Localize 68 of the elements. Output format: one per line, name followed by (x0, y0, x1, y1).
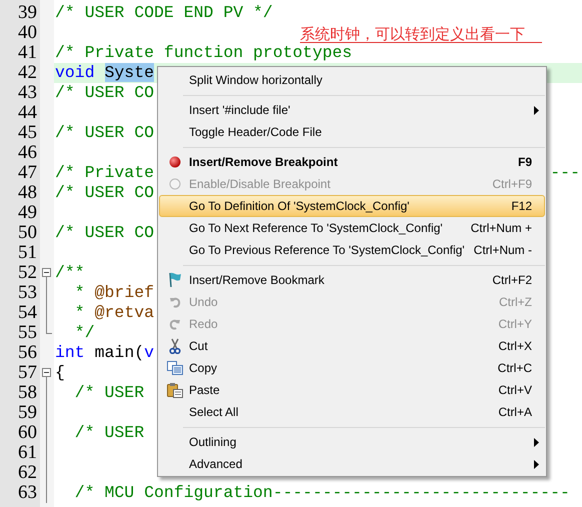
line-number: 63 (18, 483, 37, 503)
clipboard-icon (166, 382, 182, 398)
code-text: --- (550, 164, 580, 182)
flag-icon (168, 272, 182, 288)
menu-item[interactable]: Copy Ctrl+C (159, 357, 545, 379)
menu-item[interactable]: Toggle Header/Code File (159, 121, 545, 143)
line-number: 50 (18, 223, 37, 243)
code-text: /* USER CO (55, 84, 154, 102)
menu-item[interactable]: Insert/Remove Bookmark Ctrl+F2 (159, 269, 545, 291)
code-text: /* USER CO (55, 124, 154, 142)
line-number: 53 (18, 283, 37, 303)
code-text: /* USER CODE END PV */ (55, 4, 273, 22)
line-number: 61 (18, 443, 37, 463)
redo-icon (168, 318, 180, 330)
line-number: 51 (18, 243, 37, 263)
line-number: 60 (18, 423, 37, 443)
line-number: 42 (18, 63, 37, 83)
menu-item[interactable]: Advanced (159, 453, 545, 475)
line-number: 48 (18, 183, 37, 203)
menu-item[interactable]: Insert '#include file' (159, 99, 545, 121)
code-text: int main(v (55, 344, 154, 362)
line-number: 47 (18, 163, 37, 183)
code-text: * @brief (74, 284, 154, 302)
code-text: /* Private function prototypes (55, 44, 352, 62)
line-number: 52 (18, 263, 37, 283)
code-text: /* Private (55, 164, 154, 182)
code-text: { (55, 364, 65, 382)
line-number: 40 (18, 23, 37, 43)
code-text: * @retva (74, 304, 154, 322)
annotation-text: 系统时钟，可以转到定义出看一下 (300, 27, 542, 43)
menu-item[interactable]: Insert/Remove Breakpoint F9 (159, 151, 545, 173)
code-text: /* USER CO (55, 224, 154, 242)
code-text: /* MCU Configuration------------------------------ (74, 484, 570, 502)
line-number: 58 (18, 383, 37, 403)
menu-item[interactable]: Paste Ctrl+V (159, 379, 545, 401)
line-number: 46 (18, 143, 37, 163)
line-number: 57 (18, 363, 37, 383)
fold-toggle-icon[interactable] (42, 268, 51, 277)
menu-item[interactable]: Select All Ctrl+A (159, 401, 545, 423)
fold-toggle-icon[interactable] (42, 368, 51, 377)
line-number: 62 (18, 463, 37, 483)
line-number: 49 (18, 203, 37, 223)
code-text: /* USER (74, 424, 144, 442)
line-number: 54 (18, 303, 37, 323)
scissors-icon (168, 338, 180, 354)
line-number: 39 (18, 3, 37, 23)
line-number: 56 (18, 343, 37, 363)
code-text: /* USER (74, 384, 144, 402)
circle-icon (168, 178, 180, 190)
line-number: 55 (18, 323, 37, 343)
code-text: */ (74, 324, 95, 342)
breakpoint-icon (168, 156, 180, 168)
code-text: /** (55, 264, 85, 282)
code-text: void Syste (55, 64, 154, 82)
menu-item[interactable]: Split Window horizontally (159, 69, 545, 91)
line-number: 45 (18, 123, 37, 143)
line-number: 59 (18, 403, 37, 423)
menu-item[interactable]: Outlining (159, 431, 545, 453)
menu-item[interactable]: Go To Previous Reference To 'SystemClock_Config' Ctrl+Num - (159, 239, 545, 261)
line-number: 41 (18, 43, 37, 63)
menu-item[interactable]: Cut Ctrl+X (159, 335, 545, 357)
menu-item[interactable]: Go To Definition Of 'SystemClock_Config' F12 (159, 195, 545, 217)
line-number: 43 (18, 83, 37, 103)
undo-icon (168, 296, 180, 308)
copy-icon (166, 361, 182, 375)
line-number: 44 (18, 103, 37, 123)
code-text: /* USER CO (55, 184, 154, 202)
menu-item[interactable]: Go To Next Reference To 'SystemClock_Config' Ctrl+Num + (159, 217, 545, 239)
